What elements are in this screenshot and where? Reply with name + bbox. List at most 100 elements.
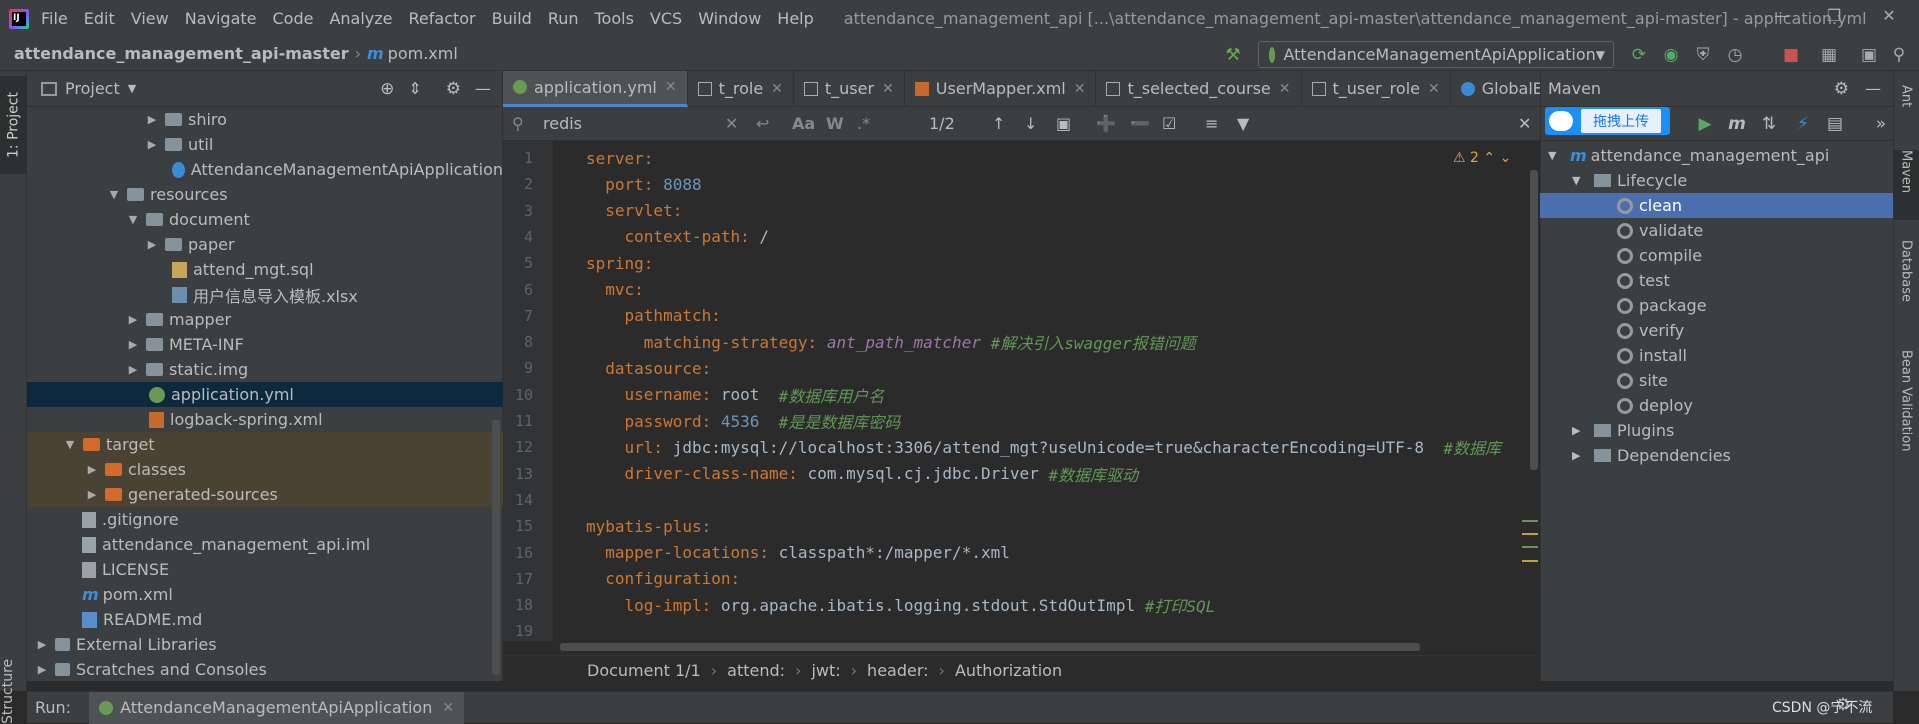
tree-item-paper[interactable]: ▶ paper [27, 232, 503, 257]
whole-word-toggle[interactable]: W [826, 114, 844, 133]
tab-t-selected-course[interactable]: t_selected_course ✕ [1096, 70, 1302, 107]
code-line[interactable]: 18 log-impl: org.apache.ibatis.logging.s… [503, 592, 1540, 618]
tab-globale[interactable]: GlobalE [1451, 71, 1553, 107]
maven-plugins[interactable]: ▶ Plugins [1540, 418, 1893, 443]
bean-validation-tool-tab[interactable]: Bean Validation [1893, 350, 1919, 480]
maven-goal-test[interactable]: test [1540, 268, 1893, 293]
debug-icon[interactable]: ◉ [1660, 44, 1682, 66]
project-structure-icon[interactable]: ▦ [1818, 44, 1840, 66]
tree-item-document[interactable]: ▼ document [27, 207, 503, 232]
tree-item-mapper[interactable]: ▶ mapper [27, 307, 503, 332]
tab-t-user[interactable]: t_user ✕ [794, 70, 905, 107]
close-tab-icon[interactable]: ✕ [771, 81, 783, 97]
tree-item-resources[interactable]: ▼ resources [27, 182, 503, 207]
close-tab-icon[interactable]: ✕ [1074, 81, 1086, 97]
filter-lines-icon[interactable]: ≡ [1205, 114, 1218, 133]
maven-goal-deploy[interactable]: deploy [1540, 393, 1893, 418]
regex-toggle[interactable]: .* [857, 114, 870, 133]
minimize-icon[interactable]: — [1769, 6, 1795, 30]
maven-goal-site[interactable]: site [1540, 368, 1893, 393]
menu-tools[interactable]: Tools [595, 9, 634, 28]
history-icon[interactable]: ↩ [756, 114, 769, 133]
maven-dependencies[interactable]: ▶ Dependencies [1540, 443, 1893, 468]
editor-horizontal-scrollbar[interactable] [560, 643, 1420, 651]
dropdown-arrow-icon[interactable]: ▼ [128, 82, 136, 95]
hammer-build-icon[interactable]: ⚒ [1222, 44, 1244, 66]
code-line[interactable]: 16 mapper-locations: classpath*:/mapper/… [503, 540, 1540, 566]
code-line[interactable]: 8 matching-strategy: ant_path_matcher #解… [503, 329, 1540, 355]
maven-goal-compile[interactable]: compile [1540, 243, 1893, 268]
code-line[interactable]: 3 servlet: [503, 198, 1540, 224]
menu-vcs[interactable]: VCS [650, 9, 682, 28]
code-line[interactable]: 5 spring: [503, 250, 1540, 276]
tab-t-user-role[interactable]: t_user_role ✕ [1302, 70, 1451, 107]
editor-vertical-scrollbar[interactable] [1530, 170, 1538, 470]
ant-tool-tab[interactable]: Ant [1893, 85, 1919, 135]
menu-help[interactable]: Help [777, 9, 813, 28]
menu-analyze[interactable]: Analyze [329, 9, 392, 28]
drag-upload-button[interactable]: 拖拽上传 [1545, 107, 1670, 135]
close-tab-icon[interactable]: ✕ [442, 700, 454, 716]
code-line[interactable]: 7 pathmatch: [503, 303, 1540, 329]
tree-item-license[interactable]: LICENSE [27, 557, 503, 582]
tree-item-pom[interactable]: m pom.xml [27, 582, 503, 607]
layout-icon[interactable]: ▣ [1858, 44, 1880, 66]
code-line[interactable]: 14 [503, 487, 1540, 513]
menu-run[interactable]: Run [548, 9, 579, 28]
tree-item-target[interactable]: ▼ target [27, 432, 503, 457]
code-line[interactable]: 2 port: 8088 [503, 171, 1540, 197]
match-case-toggle[interactable]: Aa [792, 114, 815, 133]
tab-usermapper-xml[interactable]: UserMapper.xml ✕ [905, 70, 1097, 107]
code-line[interactable]: 15 mybatis-plus: [503, 513, 1540, 539]
code-line[interactable]: 6 mvc: [503, 277, 1540, 303]
maven-goal-verify[interactable]: verify [1540, 318, 1893, 343]
run-tab[interactable]: AttendanceManagementApiApplication ✕ [89, 691, 465, 724]
tree-item-logback-xml[interactable]: logback-spring.xml [27, 407, 503, 432]
project-panel-title[interactable]: Project [65, 79, 120, 98]
close-find-icon[interactable]: ✕ [1518, 114, 1531, 133]
database-tool-tab[interactable]: Database [1893, 240, 1919, 330]
collapse-all-icon[interactable]: ⇕ [408, 79, 421, 98]
tree-item-external-libraries[interactable]: ▶ External Libraries [27, 632, 503, 657]
menu-code[interactable]: Code [273, 9, 314, 28]
hide-panel-icon[interactable]: — [1865, 79, 1881, 98]
menu-file[interactable]: File [41, 9, 68, 28]
breadcrumb-item[interactable]: attend: [727, 661, 785, 680]
maven-tool-tab[interactable]: Maven [1893, 150, 1919, 220]
close-tab-icon[interactable]: ✕ [1279, 81, 1291, 97]
close-icon[interactable]: ✕ [1876, 6, 1902, 30]
maven-lifecycle[interactable]: ▼ Lifecycle [1540, 168, 1893, 193]
stop-icon[interactable]: ■ [1780, 44, 1802, 66]
open-in-window-icon[interactable]: ▣ [1056, 114, 1071, 133]
tree-item-static-img[interactable]: ▶ static.img [27, 357, 503, 382]
breadcrumb-item[interactable]: header: [867, 661, 928, 680]
menu-view[interactable]: View [131, 9, 169, 28]
code-line[interactable]: 4 context-path: / [503, 224, 1540, 250]
profile-icon[interactable]: ◷ [1724, 44, 1746, 66]
remove-occurrence-icon[interactable]: ➖ [1130, 114, 1150, 133]
skip-tests-icon[interactable]: ⚡ [1792, 113, 1814, 135]
tree-item-sql-file[interactable]: attend_mgt.sql [27, 257, 503, 282]
tree-item-iml[interactable]: attendance_management_api.iml [27, 532, 503, 557]
code-line[interactable]: 9 datasource: [503, 355, 1540, 381]
toggle-offline-icon[interactable]: ⇅ [1758, 113, 1780, 135]
code-line[interactable]: 10 username: root #数据库用户名 [503, 382, 1540, 408]
tree-item-generated-sources[interactable]: ▶ generated-sources [27, 482, 503, 507]
add-occurrence-icon[interactable]: ➕ [1096, 114, 1116, 133]
menu-edit[interactable]: Edit [84, 9, 115, 28]
tree-item-readme[interactable]: README.md [27, 607, 503, 632]
menu-refactor[interactable]: Refactor [409, 9, 476, 28]
settings-gear-icon[interactable]: ⚙ [1834, 79, 1849, 99]
tree-item-meta-inf[interactable]: ▶ META-INF [27, 332, 503, 357]
execute-goal-icon[interactable]: m [1726, 113, 1748, 135]
rerun-icon[interactable]: ⟳ [1628, 44, 1650, 66]
settings-gear-icon[interactable]: ⚙ [446, 79, 461, 99]
search-everywhere-icon[interactable]: ⚲ [1888, 44, 1910, 66]
run-maven-icon[interactable]: ▶ [1694, 113, 1716, 135]
breadcrumb-item[interactable]: Document 1/1 [587, 661, 701, 680]
close-tab-icon[interactable]: ✕ [1428, 81, 1440, 97]
tree-item-gitignore[interactable]: .gitignore [27, 507, 503, 532]
close-tab-icon[interactable]: ✕ [882, 81, 894, 97]
run-configuration-select[interactable]: AttendanceManagementApiApplication ▼ [1258, 41, 1614, 68]
structure-tool-tab[interactable]: Structure [0, 659, 27, 724]
